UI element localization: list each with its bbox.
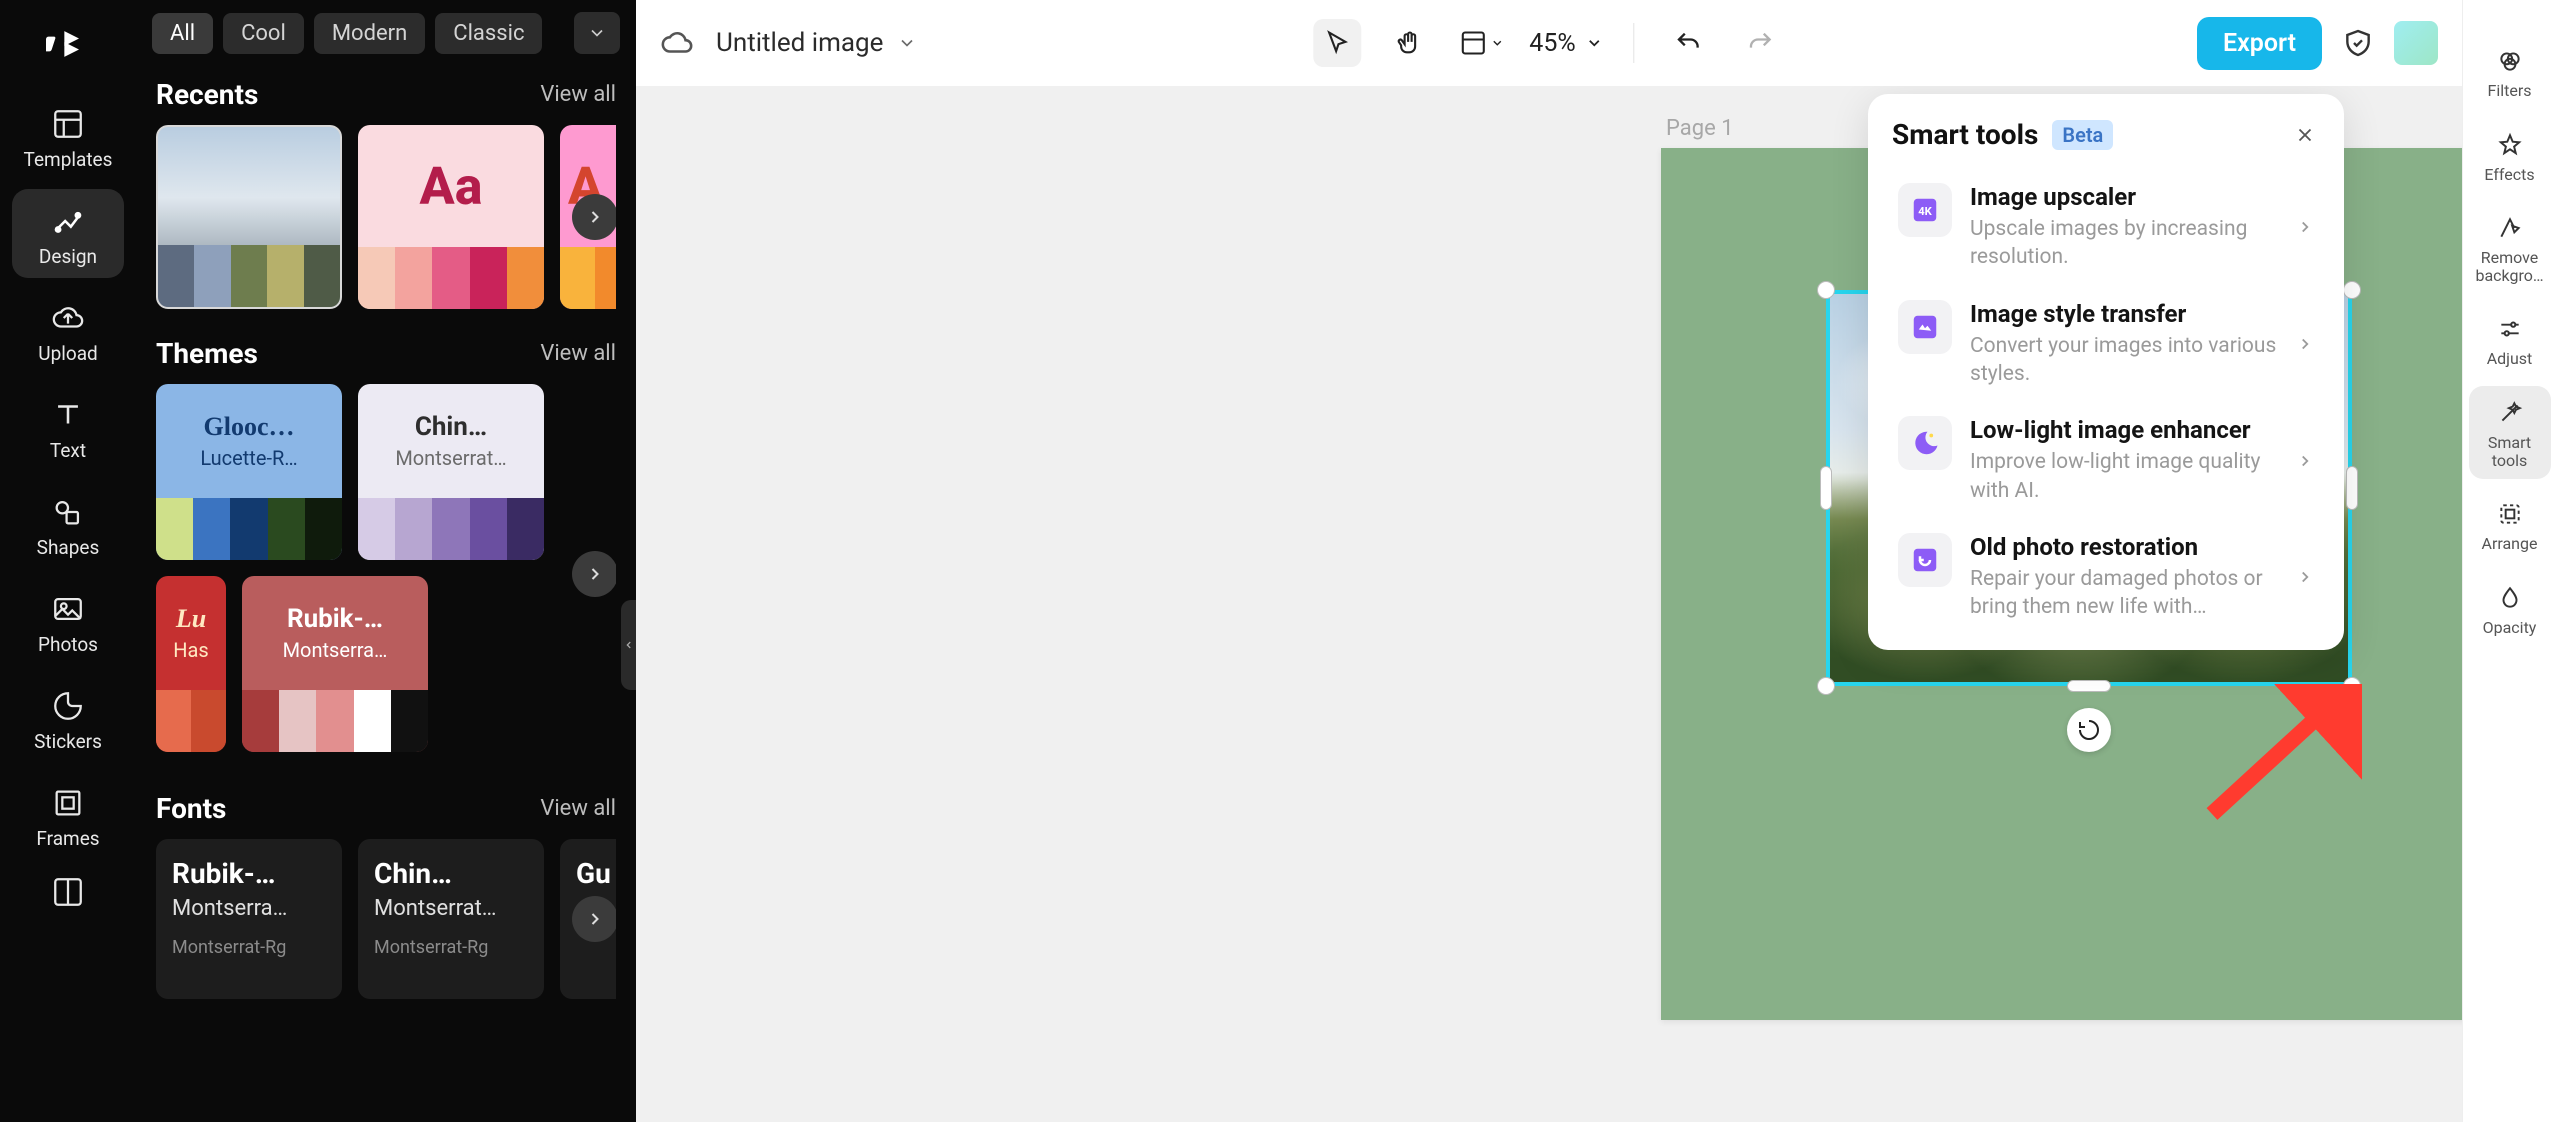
chevron-right-icon [2296, 218, 2314, 236]
themes-title: Themes [156, 337, 258, 370]
nav-more[interactable] [12, 868, 124, 920]
rprop-remove-bg[interactable]: Remove backgro… [2469, 201, 2551, 294]
smart-tool-style[interactable]: Image style transferConvert your images … [1892, 286, 2320, 403]
nav-design[interactable]: Design [12, 189, 124, 278]
smart-tool-lowlight[interactable]: Low-light image enhancerImprove low-ligh… [1892, 402, 2320, 519]
nav-frames[interactable]: Frames [12, 771, 124, 860]
recents-viewall[interactable]: View all [540, 82, 616, 107]
nav-upload[interactable]: Upload [12, 286, 124, 375]
design-sidebar: All Cool Modern Classic RecentsView all … [136, 0, 636, 1122]
chevron-right-icon [2296, 452, 2314, 470]
chip-cool[interactable]: Cool [223, 13, 304, 54]
fonts-viewall[interactable]: View all [540, 796, 616, 821]
layout-tool[interactable] [1457, 19, 1505, 67]
nav-stickers[interactable]: Stickers [12, 674, 124, 763]
hand-tool[interactable] [1385, 19, 1433, 67]
recent-card[interactable] [156, 125, 342, 309]
export-button[interactable]: Export [2197, 17, 2322, 70]
select-tool[interactable] [1313, 19, 1361, 67]
upscaler-icon: 4K [1898, 183, 1952, 237]
rprop-filters[interactable]: Filters [2469, 34, 2551, 110]
svg-text:4K: 4K [1918, 205, 1932, 218]
rprop-effects[interactable]: Effects [2469, 118, 2551, 194]
chip-classic[interactable]: Classic [435, 13, 542, 54]
section-recents: RecentsView all Aa A [136, 70, 636, 329]
theme-card[interactable]: Glooc…Lucette-R… [156, 384, 342, 560]
chip-all[interactable]: All [152, 13, 213, 54]
style-filter-chips: All Cool Modern Classic [136, 12, 636, 70]
close-icon[interactable] [2290, 120, 2320, 150]
smart-tool-restore[interactable]: Old photo restorationRepair your damaged… [1892, 519, 2320, 636]
main-area: Untitled image 45% Export Page 1 [636, 0, 2462, 1122]
rprop-opacity[interactable]: Opacity [2469, 571, 2551, 647]
fonts-title: Fonts [156, 792, 226, 825]
resize-handle-w[interactable] [1820, 466, 1832, 510]
rprop-adjust[interactable]: Adjust [2469, 302, 2551, 378]
font-card[interactable]: Rubik-…Montserra…Montserrat-Rg [156, 839, 342, 999]
cloud-sync-icon[interactable] [660, 26, 694, 60]
separator [1634, 23, 1635, 63]
shield-icon[interactable] [2342, 27, 2374, 59]
nav-photos[interactable]: Photos [12, 577, 124, 666]
font-card[interactable]: Chin…Montserrat…Montserrat-Rg [358, 839, 544, 999]
resize-handle-se[interactable] [2343, 677, 2361, 695]
nav-text[interactable]: Text [12, 383, 124, 472]
redo-button[interactable] [1737, 19, 1785, 67]
recents-scroll-right[interactable] [572, 194, 616, 240]
document-title[interactable]: Untitled image [716, 28, 917, 58]
rprop-arrange[interactable]: Arrange [2469, 487, 2551, 563]
canvas[interactable]: Page 1 [636, 86, 2462, 1122]
smart-tools-title: Smart tools [1892, 118, 2038, 151]
chevron-down-icon [1586, 34, 1604, 52]
chevron-right-icon [2296, 568, 2314, 586]
themes-scroll-right[interactable] [572, 551, 616, 597]
resize-handle-e[interactable] [2346, 466, 2358, 510]
recents-title: Recents [156, 78, 258, 111]
chip-modern[interactable]: Modern [314, 13, 425, 54]
section-fonts: Fonts View all Rubik-…Montserra…Montserra… [136, 784, 636, 1019]
smart-tool-upscaler[interactable]: 4KImage upscalerUpscale images by increa… [1892, 169, 2320, 286]
app-logo[interactable] [38, 14, 98, 74]
lowlight-icon [1898, 416, 1952, 470]
theme-card[interactable]: LuHas [156, 576, 226, 752]
nav-shapes[interactable]: Shapes [12, 480, 124, 569]
section-themes: Themes View all Glooc…Lucette-R…Chin…Mont… [136, 329, 636, 784]
fonts-scroll-right[interactable] [572, 896, 616, 942]
nav-templates[interactable]: Templates [12, 92, 124, 181]
chevron-right-icon [2296, 335, 2314, 353]
recent-card[interactable]: Aa [358, 125, 544, 309]
themes-viewall[interactable]: View all [540, 341, 616, 366]
left-nav-rail: Templates Design Upload Text Shapes Phot… [0, 0, 136, 1122]
sidebar-collapse[interactable] [621, 600, 636, 690]
theme-card[interactable]: Rubik-…Montserra… [242, 576, 428, 752]
restore-icon [1898, 533, 1952, 587]
style-icon [1898, 300, 1952, 354]
right-property-rail: Filters Effects Remove backgro… Adjust S… [2462, 0, 2556, 1122]
chevron-down-icon [897, 33, 917, 53]
undo-button[interactable] [1665, 19, 1713, 67]
topbar: Untitled image 45% Export [636, 0, 2462, 86]
chip-more[interactable] [574, 12, 620, 54]
zoom-control[interactable]: 45% [1529, 29, 1603, 58]
smart-tools-panel: Smart tools Beta 4KImage upscalerUpscale… [1868, 94, 2344, 650]
resize-handle-nw[interactable] [1817, 281, 1835, 299]
user-avatar[interactable] [2394, 21, 2438, 65]
rprop-smart-tools[interactable]: Smart tools [2469, 386, 2551, 479]
page-label: Page 1 [1666, 116, 1734, 141]
theme-card[interactable]: Chin…Montserrat… [358, 384, 544, 560]
rotate-handle[interactable] [2067, 708, 2111, 752]
beta-badge: Beta [2052, 120, 2113, 150]
resize-handle-s[interactable] [2067, 680, 2111, 692]
resize-handle-sw[interactable] [1817, 677, 1835, 695]
resize-handle-ne[interactable] [2343, 281, 2361, 299]
